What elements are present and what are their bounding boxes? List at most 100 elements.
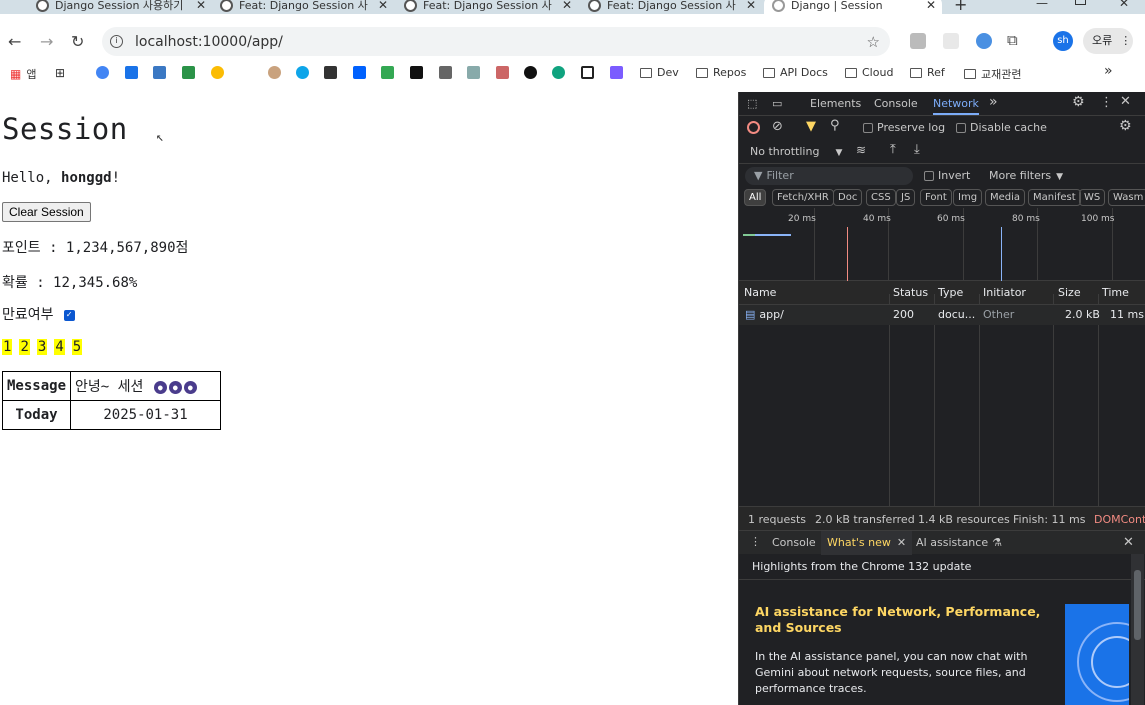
- tab-console[interactable]: Console: [874, 97, 918, 110]
- profile-error-button[interactable]: 오류 ⋮: [1083, 28, 1133, 54]
- close-devtools-icon[interactable]: ✕: [1120, 94, 1131, 109]
- bookmark-folder-cloud[interactable]: Cloud: [845, 66, 893, 79]
- bookmark-icon-link[interactable]: [182, 66, 195, 79]
- type-filter-font[interactable]: Font: [920, 189, 952, 206]
- browser-tab[interactable]: Django Session 사용하기 ✕: [28, 0, 212, 14]
- reload-icon[interactable]: ↻: [71, 32, 84, 51]
- bookmark-folder-api-docs[interactable]: API Docs: [763, 66, 828, 79]
- bookmark-folder-textbook[interactable]: 교재관련: [964, 66, 1021, 82]
- bookmark-grid[interactable]: ⊞: [55, 66, 65, 80]
- expired-checkbox[interactable]: ✓: [63, 309, 75, 321]
- bookmark-icon-link[interactable]: [581, 66, 594, 79]
- back-icon[interactable]: ←: [8, 32, 21, 51]
- bookmark-icon-link[interactable]: [467, 66, 480, 79]
- menu-dots-icon[interactable]: ⋮: [1100, 95, 1113, 110]
- bookmark-icon-link[interactable]: [496, 66, 509, 79]
- bookmark-icon-link[interactable]: [439, 66, 452, 79]
- forward-icon[interactable]: →: [40, 32, 53, 51]
- tab-network[interactable]: Network: [933, 97, 979, 115]
- close-tab-icon[interactable]: ✕: [746, 0, 756, 12]
- camera-icon[interactable]: [910, 33, 926, 49]
- bookmark-star-icon[interactable]: ☆: [867, 33, 880, 51]
- clear-icon[interactable]: ⊘: [772, 119, 783, 134]
- network-conditions-icon[interactable]: ≋: [856, 143, 866, 157]
- extension-icon[interactable]: [943, 33, 959, 49]
- type-filter-js[interactable]: JS: [896, 189, 916, 206]
- type-filter-ws[interactable]: WS: [1079, 189, 1106, 206]
- type-filter-media[interactable]: Media: [985, 189, 1026, 206]
- filter-icon[interactable]: ▼: [806, 119, 816, 134]
- feature-title[interactable]: AI assistance for Network, Performance, …: [755, 604, 1045, 636]
- site-info-icon[interactable]: i: [110, 35, 123, 48]
- inspect-element-icon[interactable]: ⬚: [747, 97, 757, 110]
- type-filter-img[interactable]: Img: [953, 189, 983, 206]
- type-filter-css[interactable]: CSS: [866, 189, 896, 206]
- close-tab-icon[interactable]: ✕: [926, 0, 936, 12]
- clear-session-button[interactable]: Clear Session: [2, 202, 91, 222]
- type-filter-all[interactable]: All: [744, 189, 767, 206]
- browser-tab[interactable]: Feat: Django Session 사 ✕: [580, 0, 762, 14]
- drawer-tab-whats-new[interactable]: What's new ✕: [821, 531, 913, 555]
- export-har-icon[interactable]: ⤓: [914, 142, 920, 157]
- close-window-icon[interactable]: ✕: [1119, 0, 1129, 10]
- bookmark-icon-link[interactable]: [96, 66, 109, 79]
- bookmark-icon-link[interactable]: [353, 66, 366, 79]
- minimize-icon[interactable]: —: [1036, 0, 1048, 10]
- browser-tab[interactable]: Feat: Django Session 사 ✕: [396, 0, 578, 14]
- invert-checkbox[interactable]: Invert: [924, 169, 970, 182]
- filter-input[interactable]: ▼ Filter: [745, 167, 913, 185]
- bookmark-folder-ref[interactable]: Ref: [910, 66, 945, 79]
- browser-tab-active[interactable]: Django | Session ✕: [764, 0, 942, 14]
- new-tab-button[interactable]: +: [954, 0, 967, 14]
- column-initiator[interactable]: Initiator: [983, 286, 1026, 299]
- close-tab-icon[interactable]: ✕: [897, 536, 906, 549]
- column-name[interactable]: Name: [744, 286, 776, 299]
- close-tab-icon[interactable]: ✕: [562, 0, 572, 12]
- browser-tab[interactable]: Feat: Django Session 사 ✕: [212, 0, 394, 14]
- network-settings-icon[interactable]: ⚙: [1119, 118, 1132, 134]
- bookmark-icon-link[interactable]: [324, 66, 337, 79]
- settings-icon[interactable]: ⚙: [1072, 94, 1085, 110]
- bookmark-icon-link[interactable]: [610, 66, 623, 79]
- bookmark-icon-link[interactable]: [381, 66, 394, 79]
- bookmark-icon-link[interactable]: [153, 66, 166, 79]
- extensions-puzzle-icon[interactable]: ⧉: [1007, 31, 1018, 49]
- drawer-tab-console[interactable]: Console: [772, 536, 816, 549]
- bookmark-icon-link[interactable]: [552, 66, 565, 79]
- menu-dots-icon[interactable]: ⋮: [1120, 34, 1131, 47]
- drawer-menu-icon[interactable]: ⋮: [750, 535, 761, 548]
- request-name[interactable]: ▤ app/: [745, 308, 784, 321]
- type-filter-manifest[interactable]: Manifest: [1028, 189, 1081, 206]
- column-status[interactable]: Status: [893, 286, 928, 299]
- url-text[interactable]: localhost:10000/app/: [135, 34, 283, 50]
- bookmark-icon-link[interactable]: [211, 66, 224, 79]
- address-bar[interactable]: i localhost:10000/app/ ☆: [102, 27, 890, 56]
- column-time[interactable]: Time: [1102, 286, 1129, 299]
- more-filters-dropdown[interactable]: More filters ▼: [989, 169, 1063, 182]
- column-size[interactable]: Size: [1058, 286, 1081, 299]
- tab-elements[interactable]: Elements: [810, 97, 861, 110]
- close-tab-icon[interactable]: ✕: [196, 0, 206, 12]
- bookmark-folder-dev[interactable]: Dev: [640, 66, 679, 79]
- column-type[interactable]: Type: [938, 286, 963, 299]
- record-icon[interactable]: [747, 121, 760, 134]
- bookmark-icon-link[interactable]: [524, 66, 537, 79]
- import-har-icon[interactable]: ⤒: [890, 142, 896, 157]
- extension-icon[interactable]: [976, 33, 992, 49]
- bookmark-folder-repos[interactable]: Repos: [696, 66, 746, 79]
- bookmark-icon-link[interactable]: [268, 66, 281, 79]
- more-tabs-icon[interactable]: »: [989, 94, 998, 110]
- type-filter-fetch[interactable]: Fetch/XHR: [772, 189, 834, 206]
- maximize-icon[interactable]: [1075, 0, 1086, 5]
- preserve-log-checkbox[interactable]: Preserve log: [863, 121, 945, 134]
- scrollbar-thumb[interactable]: [1134, 570, 1141, 640]
- device-toolbar-icon[interactable]: ▭: [772, 97, 782, 110]
- throttling-select[interactable]: No throttling ▼: [750, 145, 842, 158]
- bookmark-icon-link[interactable]: [410, 66, 423, 79]
- bookmark-icon-link[interactable]: [296, 66, 309, 79]
- close-tab-icon[interactable]: ✕: [378, 0, 388, 12]
- close-drawer-icon[interactable]: ✕: [1123, 535, 1134, 550]
- search-icon[interactable]: ⚲: [830, 118, 840, 133]
- disable-cache-checkbox[interactable]: Disable cache: [956, 121, 1047, 134]
- drawer-scrollbar[interactable]: [1131, 554, 1144, 705]
